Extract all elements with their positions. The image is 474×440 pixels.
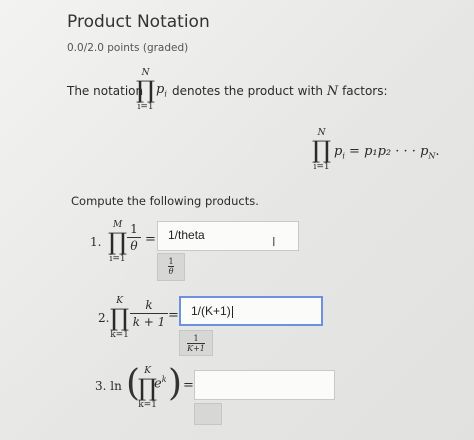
intro-product-lower: i=1 [137,102,154,112]
question-2-answer-input[interactable]: 1/(K+1) [179,296,323,326]
question-3-preview [194,403,222,425]
question-3-equals: = [183,378,194,393]
question-1-product-symbol: M ∏ i=1 [108,220,128,264]
text-cursor-icon: I [272,235,276,249]
question-1-equals: = [145,232,156,247]
problem-title: Product Notation [67,12,210,32]
definition-product-lower: i=1 [313,162,330,172]
question-3-right-paren: ) [168,363,183,404]
question-3-answer-input[interactable] [194,370,335,400]
intro-product-symbol: N ∏ i=1 [136,68,156,112]
text-caret [231,305,233,318]
question-1-fraction: 1 θ [127,222,141,253]
question-3-term: ek [154,375,167,392]
intro-rest: denotes the product with N factors: [172,84,388,99]
problem-page: Product Notation 0.0/2.0 points (graded)… [0,0,474,440]
question-2-fraction: k k + 1 [130,298,168,329]
intro-term: pi [156,82,167,99]
question-3-number: 3. ln [95,379,122,393]
points-status: 0.0/2.0 points (graded) [67,42,189,54]
question-1-answer-input[interactable]: 1/theta [157,221,299,251]
question-2-product-symbol: K ∏ k=1 [110,296,130,340]
question-2-preview: 1 K+1 [179,330,213,356]
definition-equation: pi = p₁p₂ · · · pN. [334,144,440,161]
question-2-equals: = [168,308,179,323]
question-1-preview: 1 θ [157,253,185,281]
intro-lead: The notation [67,84,144,98]
question-2-number: 2. [98,311,110,325]
definition-product-symbol: N ∏ i=1 [312,128,332,172]
question-1-number: 1. [90,235,102,249]
instructions: Compute the following products. [71,194,259,208]
